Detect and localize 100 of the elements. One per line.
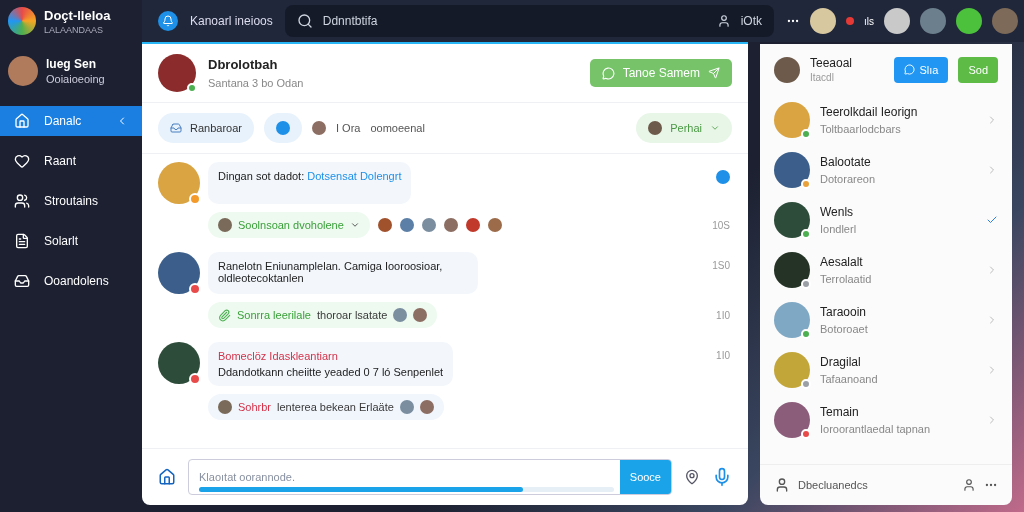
contact-status: Iondlerl xyxy=(820,223,858,235)
contact-name: Dragilal xyxy=(820,355,862,369)
nav-item[interactable]: Raant xyxy=(0,141,142,181)
contact-name: Balootate xyxy=(820,155,872,169)
home-icon[interactable] xyxy=(158,468,176,486)
avatar[interactable] xyxy=(810,8,836,34)
location-icon[interactable] xyxy=(684,469,700,485)
status-button[interactable] xyxy=(956,8,982,34)
contact-status: Terrolaatid xyxy=(820,273,873,285)
avatar xyxy=(774,202,810,238)
chevron-icon xyxy=(349,220,360,230)
contact-status: Tafaanoand xyxy=(820,373,879,385)
contact-name: Temain xyxy=(820,405,860,419)
reaction-icon xyxy=(413,308,428,322)
live-label: ıls xyxy=(864,15,874,27)
chat-bubble-icon xyxy=(601,66,615,80)
contact-status: Ioroorantlaedal tapnan xyxy=(820,423,932,435)
read-icon xyxy=(716,170,730,184)
contact-item[interactable]: Wenls Iondlerl xyxy=(760,195,1012,245)
inbox-icon xyxy=(170,122,182,134)
message-bubble: Ranelotn Eniunamplelan. Camiga Iooroosioar, oldleotecoktanlen xyxy=(208,252,478,294)
message-time: 1S0 xyxy=(712,260,730,271)
mic-icon[interactable] xyxy=(712,467,732,487)
reply-chip[interactable]: Sohrbr lenterea bekean Erlaäte xyxy=(208,394,444,420)
avatar xyxy=(774,402,810,438)
check-icon xyxy=(986,214,998,226)
app-subtitle: LALAANDAAS xyxy=(44,24,105,35)
search-field[interactable]: Ddnntbtifa iOtk xyxy=(284,5,774,37)
nav-item[interactable]: Solarlt xyxy=(0,221,142,261)
contact-item[interactable]: Balootate Dotorareon xyxy=(760,145,1012,195)
filter-count: I Ora xyxy=(336,122,361,134)
filter-label: oomoeenal xyxy=(370,122,425,134)
message-bubble: Bomeclöz Idaskleantiarn Ddandotkann cheiitte yeaded 0 7 ló Senpenlet xyxy=(208,342,454,386)
document-icon xyxy=(14,233,30,249)
app-icon xyxy=(158,11,178,31)
user-icon xyxy=(774,477,790,493)
inbox-icon xyxy=(14,273,30,289)
avatar xyxy=(774,56,800,83)
avatar xyxy=(377,218,392,232)
contact-name: Teerolkdail Ieorign xyxy=(820,105,919,119)
avatar xyxy=(774,302,810,338)
message-time: 1I0 xyxy=(716,350,730,361)
avatar xyxy=(218,218,232,232)
user-name: lueg Sen xyxy=(46,57,97,71)
contact-name: Dbrolotbah xyxy=(208,57,279,72)
contact-status: Botoroaet xyxy=(820,323,869,335)
avatar xyxy=(465,218,480,232)
avatar xyxy=(774,252,810,288)
avatar xyxy=(421,218,436,232)
contact-subtitle: Santana 3 bo Odan xyxy=(208,77,304,89)
nav-item[interactable]: Danalc xyxy=(0,106,142,136)
send-icon xyxy=(708,67,720,79)
contact-item[interactable]: Aesalalt Terrolaatid xyxy=(760,245,1012,295)
contact-item[interactable]: Temain Ioroorantlaedal tapnan xyxy=(760,395,1012,445)
reply-chip[interactable]: Sonrra leerilale thoroar lsatate xyxy=(208,302,438,328)
profile-icon[interactable] xyxy=(962,478,976,492)
contact-name: Aesalalt xyxy=(820,255,864,269)
panel-title: Teeaoal xyxy=(810,56,854,70)
contact-item[interactable]: Teerolkdail Ieorign Toltbaarlodcbars xyxy=(760,95,1012,145)
avatar xyxy=(443,218,458,232)
message-time: 1I0 xyxy=(716,310,730,321)
reaction-icon xyxy=(393,308,408,322)
nav-item[interactable]: Ooandolens xyxy=(0,261,142,301)
search-icon xyxy=(296,13,313,29)
avatar xyxy=(312,121,326,135)
top-title: Kanoarl ineioos xyxy=(190,14,273,28)
heart-icon xyxy=(14,153,30,169)
avatar xyxy=(774,152,810,188)
avatar xyxy=(218,400,232,414)
avatar xyxy=(774,102,810,138)
reaction-icon xyxy=(419,400,434,414)
avatar xyxy=(158,54,196,92)
user-icon xyxy=(716,14,731,28)
contact-name: Taraooin xyxy=(820,305,868,319)
chevron-icon xyxy=(710,123,720,133)
avatar xyxy=(8,56,38,86)
toggle-chip[interactable] xyxy=(264,113,302,143)
message-bubble: Dingan sot dadot: Dotsensat Dolengrt xyxy=(208,162,412,204)
nav-item[interactable]: Stroutains xyxy=(0,181,142,221)
app-name: Doçt-lleloa xyxy=(44,7,111,23)
contact-item[interactable]: Taraooin Botoroaet xyxy=(760,295,1012,345)
avatar xyxy=(774,352,810,388)
live-dot xyxy=(846,17,854,25)
reaction-icon xyxy=(399,400,414,414)
users-icon xyxy=(14,193,30,209)
home-icon xyxy=(14,113,30,129)
filter-chip[interactable]: Ranbaroar xyxy=(158,113,254,143)
message-time: 10S xyxy=(712,220,730,231)
contact-status: Toltbaarlodcbars xyxy=(820,123,902,135)
chat-bubble-icon xyxy=(904,64,916,75)
contact-name: Wenls xyxy=(820,205,855,219)
user-status: Ooiaioeoing xyxy=(46,73,105,85)
avatar xyxy=(399,218,414,232)
contact-status: Dotorareon xyxy=(820,173,877,185)
footer-label: Dbecluanedcs xyxy=(798,479,869,491)
avatar[interactable] xyxy=(884,8,910,34)
paperclip-icon xyxy=(218,308,231,322)
panel-subtitle: Itacdl xyxy=(810,72,835,83)
contact-item[interactable]: Dragilal Tafaanoand xyxy=(760,345,1012,395)
avatar xyxy=(487,218,502,232)
